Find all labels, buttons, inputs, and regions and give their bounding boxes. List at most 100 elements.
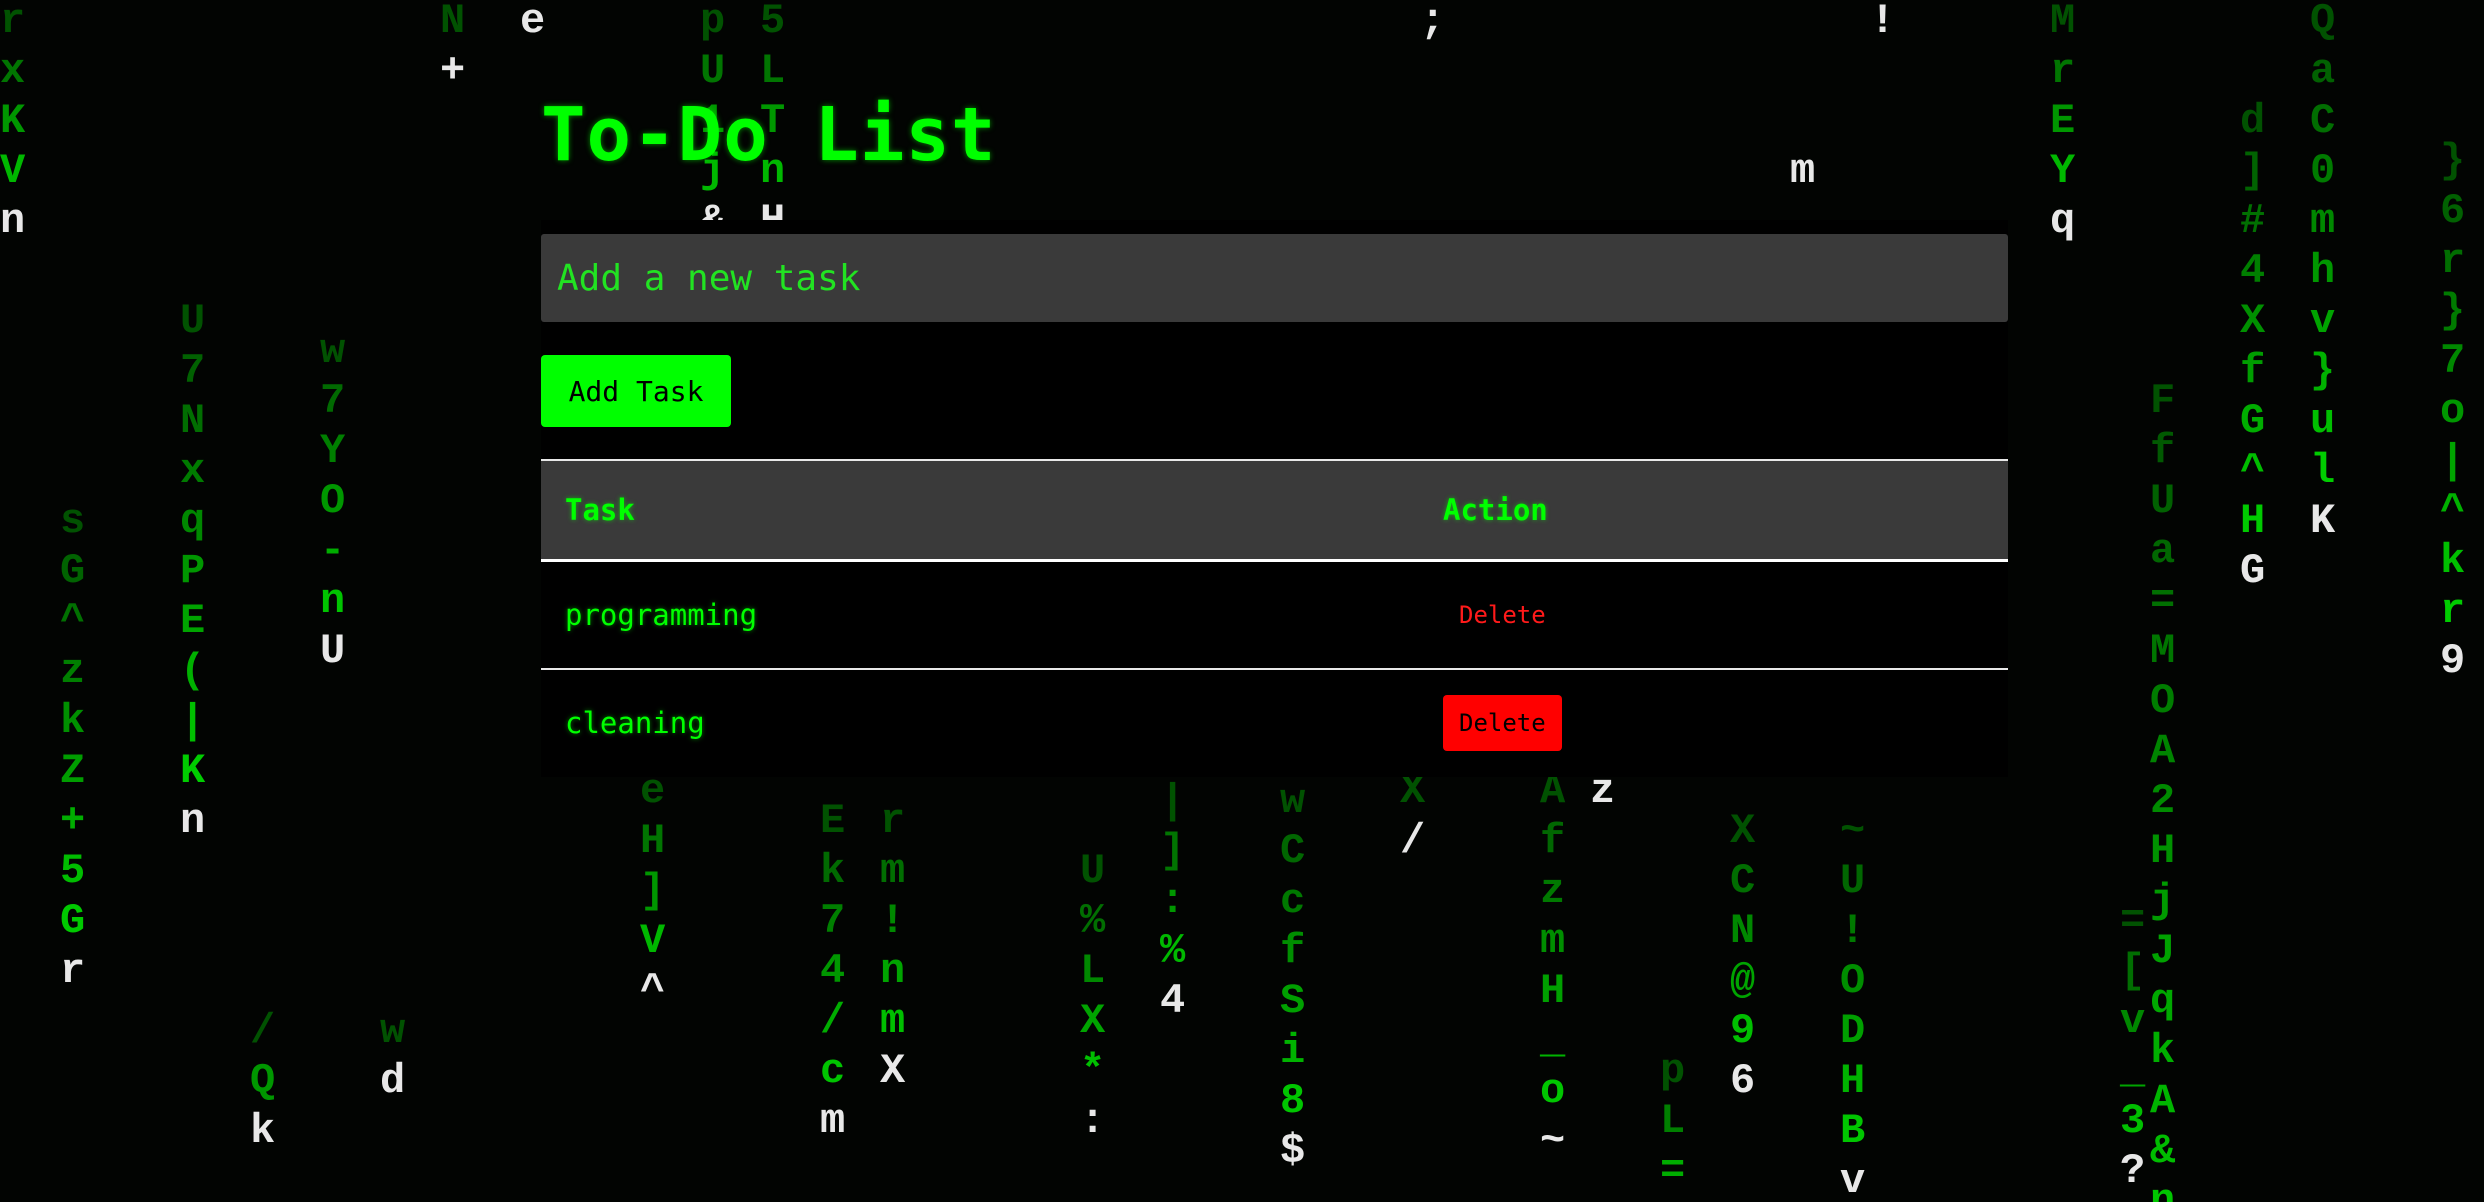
rain-glyph: | <box>2440 437 2466 485</box>
rain-glyph: c <box>820 1047 846 1095</box>
rain-glyph: A <box>2150 1077 2176 1125</box>
rain-glyph: ^ <box>60 597 86 645</box>
rain-glyph: : <box>1160 877 1186 925</box>
rain-glyph: j <box>2150 877 2176 925</box>
rain-glyph: V <box>0 147 26 195</box>
rain-glyph: l <box>2310 447 2336 495</box>
rain-glyph: 9 <box>1730 1007 1756 1055</box>
rain-glyph: = <box>2120 897 2146 945</box>
rain-glyph: G <box>60 547 86 595</box>
rain-glyph: A <box>2150 727 2176 775</box>
rain-glyph: H <box>1840 1057 1866 1105</box>
rain-glyph: S <box>1280 977 1306 1025</box>
rain-glyph: } <box>2440 287 2466 335</box>
rain-glyph: p <box>1660 1047 1686 1095</box>
rain-glyph: G <box>2240 397 2266 445</box>
rain-glyph: O <box>320 477 346 525</box>
rain-glyph: O <box>2150 677 2176 725</box>
rain-glyph: $ <box>1280 1127 1306 1175</box>
rain-glyph: G <box>60 897 86 945</box>
rain-glyph: 5 <box>60 847 86 895</box>
rain-glyph: ( <box>180 647 206 695</box>
rain-glyph: r <box>2440 237 2466 285</box>
rain-glyph: / <box>1400 817 1426 865</box>
rain-glyph: ! <box>880 897 906 945</box>
rain-glyph: _ <box>1540 1017 1566 1065</box>
rain-glyph: x <box>0 47 26 95</box>
rain-glyph: m <box>820 1097 846 1145</box>
rain-glyph: N <box>1730 907 1756 955</box>
rain-glyph: G <box>2240 547 2266 595</box>
rain-glyph: ^ <box>2240 447 2266 495</box>
rain-glyph: k <box>250 1107 276 1155</box>
table-row: programming Delete <box>541 560 2008 670</box>
rain-glyph: x <box>180 447 206 495</box>
rain-glyph: C <box>2310 97 2336 145</box>
rain-glyph: ^ <box>2440 487 2466 535</box>
rain-glyph: K <box>180 747 206 795</box>
rain-glyph: n <box>0 197 26 245</box>
rain-glyph: m <box>1540 917 1566 965</box>
rain-glyph: C <box>1280 827 1306 875</box>
rain-glyph: k <box>820 847 846 895</box>
rain-glyph: Y <box>320 427 346 475</box>
rain-glyph: ] <box>640 867 666 915</box>
rain-glyph: = <box>2150 577 2176 625</box>
todo-app: To-Do List Add Task Task Action programm… <box>541 0 2008 777</box>
rain-glyph: s <box>60 497 86 545</box>
rain-glyph: : <box>1080 1097 1106 1145</box>
rain-glyph: P <box>180 547 206 595</box>
rain-glyph: U <box>320 627 346 675</box>
rain-glyph: v <box>1840 1157 1866 1202</box>
rain-glyph: / <box>250 1007 276 1055</box>
delete-button[interactable]: Delete <box>1443 695 1562 751</box>
rain-glyph: 7 <box>180 347 206 395</box>
rain-glyph: q <box>2150 977 2176 1025</box>
rain-glyph: 8 <box>1280 1077 1306 1125</box>
rain-glyph: } <box>2440 137 2466 185</box>
rain-glyph: U <box>180 297 206 345</box>
header-action: Action <box>1419 459 2008 562</box>
task-name: programming <box>541 560 1419 670</box>
rain-glyph: a <box>2150 527 2176 575</box>
rain-glyph: @ <box>1730 957 1756 1005</box>
rain-glyph: 0 <box>2310 147 2336 195</box>
rain-glyph: 9 <box>2440 637 2466 685</box>
rain-glyph: * <box>1080 1047 1106 1095</box>
rain-glyph: w <box>1280 777 1306 825</box>
rain-glyph: H <box>2240 497 2266 545</box>
table-header-row: Task Action <box>541 459 2008 562</box>
rain-glyph: 3 <box>2120 1097 2146 1145</box>
rain-glyph: E <box>2050 97 2076 145</box>
rain-glyph: q <box>180 497 206 545</box>
task-action-cell: Delete <box>1419 669 2008 776</box>
rain-glyph: B <box>1840 1107 1866 1155</box>
rain-glyph: ! <box>1840 907 1866 955</box>
new-task-input[interactable] <box>541 234 2008 322</box>
rain-glyph: % <box>1080 897 1106 945</box>
task-action-cell: Delete <box>1419 560 2008 670</box>
rain-glyph: K <box>0 97 26 145</box>
rain-glyph: + <box>60 797 86 845</box>
rain-glyph: ^ <box>640 967 666 1015</box>
rain-glyph: d <box>2240 97 2266 145</box>
rain-glyph: H <box>640 817 666 865</box>
delete-button[interactable]: Delete <box>1443 587 1562 643</box>
rain-glyph: q <box>2050 197 2076 245</box>
rain-glyph: H <box>1540 967 1566 1015</box>
rain-glyph: v <box>2310 297 2336 345</box>
rain-glyph: d <box>380 1057 406 1105</box>
rain-glyph: f <box>1280 927 1306 975</box>
rain-glyph: n <box>2150 1177 2176 1202</box>
rain-glyph: 2 <box>2150 777 2176 825</box>
rain-glyph: f <box>1540 817 1566 865</box>
rain-glyph: r <box>60 947 86 995</box>
rain-glyph: [ <box>2120 947 2146 995</box>
rain-glyph: 4 <box>2240 247 2266 295</box>
rain-glyph: r <box>880 797 906 845</box>
rain-glyph: r <box>2440 587 2466 635</box>
rain-glyph: U <box>2150 477 2176 525</box>
rain-glyph: Q <box>2310 0 2336 45</box>
rain-glyph: v <box>2120 997 2146 1045</box>
add-task-button[interactable]: Add Task <box>541 355 731 427</box>
